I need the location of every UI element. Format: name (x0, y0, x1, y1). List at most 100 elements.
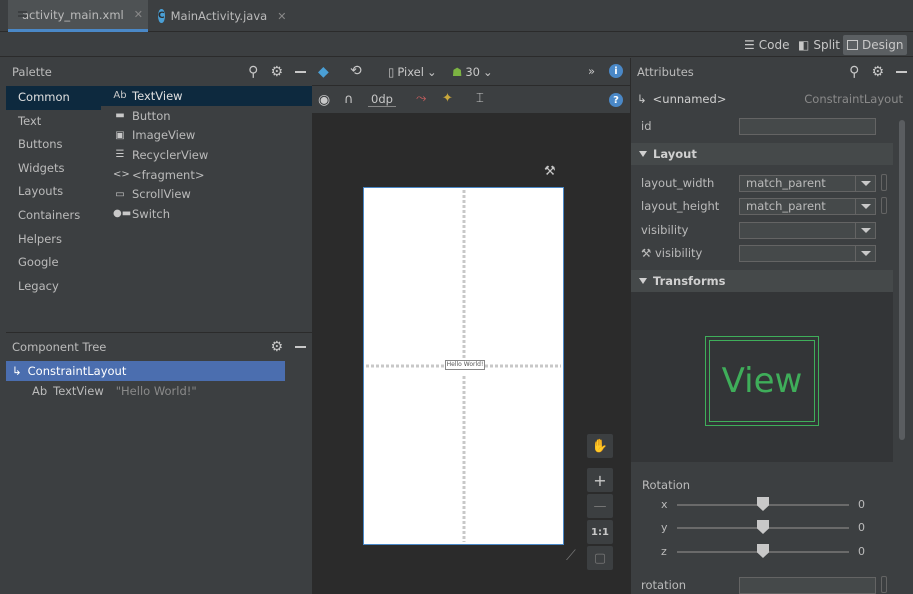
palette-category-widgets[interactable]: Widgets (6, 157, 101, 181)
tab-label: MainActivity.java (170, 9, 268, 23)
palette-item-recyclerview[interactable]: ☰ RecyclerView (101, 145, 312, 165)
more-actions-button[interactable]: » (588, 64, 595, 78)
visibility-row: visibility (631, 219, 891, 241)
tree-row-constraintlayout[interactable]: ↳ ConstraintLayout (6, 361, 285, 381)
image-icon (847, 40, 858, 50)
zoom-to-fit-icon[interactable]: ▢ (587, 546, 613, 570)
palette-category-text[interactable]: Text (6, 110, 101, 134)
java-class-icon: C (158, 9, 165, 23)
attributes-header-actions: ⚲ ⚙ (849, 58, 907, 86)
layout-height-row: layout_height match_parent (631, 195, 891, 217)
wrench-icon[interactable]: ⚒ (544, 164, 556, 179)
tab-main-activity-java[interactable]: C MainActivity.java ✕ (150, 0, 290, 32)
close-icon[interactable]: ✕ (134, 8, 143, 21)
resource-picker-button[interactable] (881, 576, 887, 593)
split-mode-button[interactable]: ◧ Split (794, 35, 844, 55)
layout-height-dropdown[interactable]: match_parent (739, 197, 876, 215)
chevron-down-icon (855, 245, 875, 261)
baseline-icon[interactable]: ⌶ (476, 91, 484, 106)
rotation-field[interactable] (739, 576, 876, 594)
attributes-panel: Attributes ⚲ ⚙ ↳ <unnamed> ConstraintLay… (630, 58, 913, 594)
default-margin-field[interactable]: 0dp (368, 92, 396, 107)
palette-category-containers[interactable]: Containers (6, 204, 101, 228)
minimize-icon[interactable] (295, 346, 306, 348)
layers-icon[interactable]: ◆ (318, 64, 329, 80)
wrench-icon: ⚒ (641, 246, 652, 260)
orientation-icon[interactable]: ⟲ (350, 63, 362, 79)
gear-icon[interactable]: ⚙ (871, 64, 884, 80)
switch-icon: ●▬ (113, 208, 132, 220)
palette-category-common[interactable]: Common (6, 86, 101, 110)
rotation-x-slider[interactable]: x 0 (631, 494, 893, 516)
design-mode-button[interactable]: Design (843, 35, 908, 55)
clear-constraints-icon[interactable]: ⤳ (416, 91, 426, 106)
zoom-actual-size-button[interactable]: 1:1 (587, 520, 613, 544)
rotation-field-row: rotation (631, 574, 891, 594)
layout-section-header[interactable]: Layout (631, 143, 893, 165)
slider-thumb[interactable] (757, 497, 769, 511)
zoom-in-button[interactable]: + (587, 468, 613, 492)
slider-thumb[interactable] (757, 520, 769, 534)
slider-thumb[interactable] (757, 544, 769, 558)
palette-item-textview[interactable]: Ab TextView (101, 86, 312, 106)
tools-visibility-row: ⚒ visibility (631, 242, 891, 264)
visibility-dropdown[interactable] (739, 221, 876, 239)
palette-item-imageview[interactable]: ▣ ImageView (101, 125, 312, 145)
component-tree-actions: ⚙ (270, 333, 306, 361)
palette-item-switch[interactable]: ●▬ Switch (101, 204, 312, 224)
magic-wand-icon[interactable]: ✦ (442, 91, 453, 106)
palette-item-button[interactable]: ▬ Button (101, 106, 312, 126)
rotation-label: Rotation (642, 478, 691, 492)
component-tree-panel: Component Tree ⚙ ↳ ConstraintLayout Ab T… (6, 332, 312, 594)
palette-panel: Palette ⚲ ⚙ Common Text Buttons Widgets … (6, 58, 312, 322)
tree-row-textview[interactable]: Ab TextView "Hello World!" (6, 381, 312, 401)
attributes-title: Attributes (637, 65, 694, 79)
info-icon[interactable]: i (609, 64, 623, 78)
resource-picker-button[interactable] (881, 174, 887, 191)
palette-items: Ab TextView ▬ Button ▣ ImageView ☰ Recyc… (101, 86, 312, 224)
transforms-section-header[interactable]: Transforms (631, 270, 893, 292)
palette-category-helpers[interactable]: Helpers (6, 228, 101, 252)
magnet-icon[interactable]: ∩ (344, 92, 354, 107)
chevron-down-icon: ⌄ (426, 65, 437, 79)
palette-category-legacy[interactable]: Legacy (6, 275, 101, 299)
view-mode-bar: ☰ Code ◧ Split Design (0, 33, 913, 57)
textview-icon: Ab (113, 90, 127, 102)
device-preview[interactable]: Hello World! (363, 187, 564, 545)
layout-width-dropdown[interactable]: match_parent (739, 174, 876, 192)
android-icon: ☗ (452, 65, 463, 79)
rotation-z-slider[interactable]: z 0 (631, 541, 893, 563)
api-level-selector[interactable]: ☗ 30 ⌄ (452, 65, 493, 79)
code-mode-button[interactable]: ☰ Code (740, 35, 794, 55)
search-icon[interactable]: ⚲ (248, 64, 258, 80)
help-icon[interactable]: ? (609, 93, 623, 107)
view-preview-label: View (709, 340, 815, 422)
palette-item-fragment[interactable]: <> <fragment> (101, 165, 312, 185)
minimize-icon[interactable] (896, 71, 907, 73)
palette-category-buttons[interactable]: Buttons (6, 133, 101, 157)
tools-visibility-dropdown[interactable] (739, 244, 876, 262)
gear-icon[interactable]: ⚙ (270, 64, 283, 80)
tab-activity-main-xml[interactable]: activity_main.xml ✕ (8, 0, 148, 32)
eye-icon[interactable]: ◉ (318, 92, 330, 108)
hello-world-textview[interactable]: Hello World! (445, 360, 485, 370)
palette-item-scrollview[interactable]: ▭ ScrollView (101, 184, 312, 204)
palette-category-google[interactable]: Google (6, 251, 101, 275)
palette-category-layouts[interactable]: Layouts (6, 180, 101, 204)
palette-header-actions: ⚲ ⚙ (248, 58, 306, 86)
device-selector[interactable]: ▯ Pixel ⌄ (388, 65, 437, 79)
zoom-out-button[interactable]: — (587, 494, 613, 518)
search-icon[interactable]: ⚲ (849, 64, 859, 80)
minimize-icon[interactable] (295, 71, 306, 73)
pan-hand-icon[interactable]: ✋ (587, 434, 613, 458)
design-canvas[interactable]: ⚒ Hello World! ✋ + — 1:1 ▢ ⟋ (312, 114, 630, 594)
resize-handle-icon[interactable]: ⟋ (566, 548, 576, 564)
id-field[interactable] (739, 117, 876, 135)
close-icon[interactable]: ✕ (277, 10, 286, 23)
palette-title: Palette (12, 65, 52, 79)
attributes-scrollbar[interactable] (899, 120, 905, 440)
resource-picker-button[interactable] (881, 197, 887, 214)
gear-icon[interactable]: ⚙ (270, 339, 283, 355)
rotation-y-slider[interactable]: y 0 (631, 517, 893, 539)
constraint-layout-icon: ↳ (12, 364, 22, 378)
